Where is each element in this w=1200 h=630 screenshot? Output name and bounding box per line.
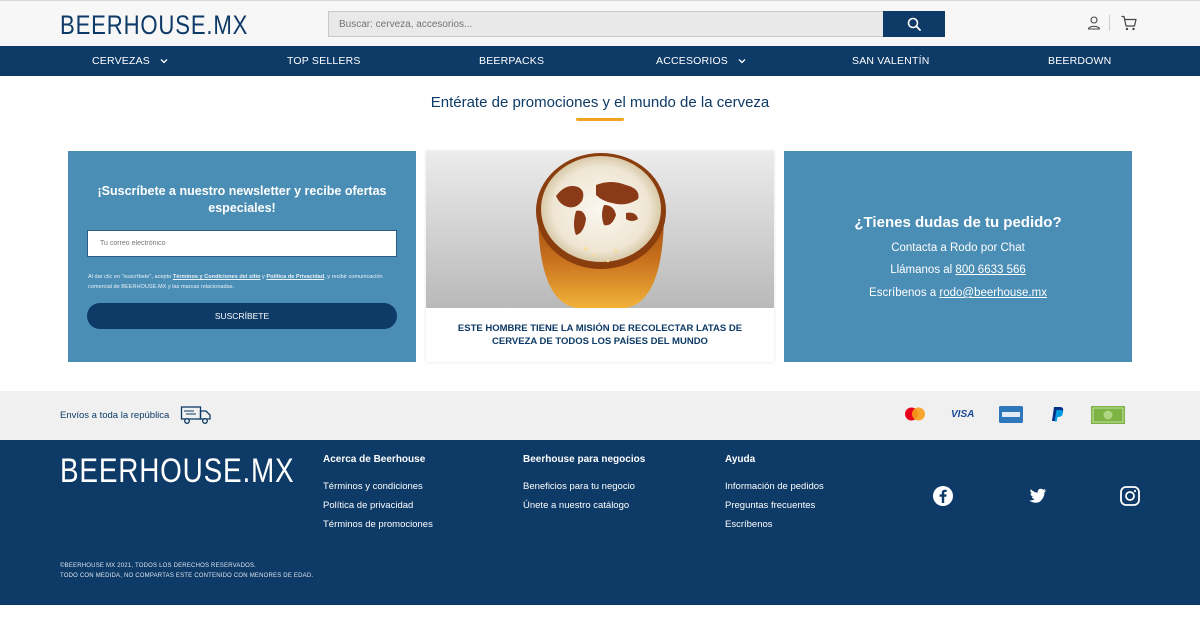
mail-prefix: Escríbenos a [869, 287, 940, 299]
twitter-icon[interactable] [1026, 485, 1048, 507]
email-line: Escríbenos a rodo@beerhouse.mx [784, 287, 1132, 299]
mastercard-icon [905, 407, 925, 421]
footer-heading-help: Ayuda [725, 454, 756, 465]
nav-item-label: CERVEZAS [92, 55, 151, 67]
user-account-icon[interactable] [1086, 15, 1102, 31]
article-image[interactable] [426, 151, 774, 308]
phone-line: Llámanos al 800 6633 566 [784, 264, 1132, 276]
footer-link-business-benefits[interactable]: Beneficios para tu negocio [523, 481, 635, 492]
instagram-icon[interactable] [1119, 485, 1141, 507]
facebook-icon[interactable] [932, 485, 954, 507]
terms-link[interactable]: Términos y Condiciones del sitio [173, 274, 261, 280]
title-underline [576, 118, 624, 121]
visa-icon: VISA [951, 409, 975, 420]
nav-item-label: TOP SELLERS [287, 55, 361, 67]
footer-link-contact[interactable]: Escríbenos [725, 519, 773, 530]
promo-section-title: Entérate de promociones y el mundo de la… [430, 94, 770, 111]
footer-link-terms[interactable]: Términos y condiciones [323, 481, 423, 492]
newsletter-legal-text: Al dar clic en "suscríbete", acepto Térm… [88, 272, 388, 292]
footer-heading-business: Beerhouse para negocios [523, 454, 646, 465]
phone-link[interactable]: 800 6633 566 [955, 264, 1025, 276]
call-prefix: Llámanos al [890, 264, 956, 276]
footer-link-promo-terms[interactable]: Términos de promociones [323, 519, 433, 530]
copyright-line-2: TODO CON MEDIDA, NO COMPARTAS ESTE CONTE… [60, 573, 314, 579]
footer-link-order-info[interactable]: Información de pedidos [725, 481, 824, 492]
footer-link-faq[interactable]: Preguntas frecuentes [725, 500, 815, 511]
logo-text: BEERHOUSE.MX [60, 10, 249, 40]
article-title[interactable]: ESTE HOMBRE TIENE LA MISIÓN DE RECOLECTA… [436, 322, 764, 348]
search-icon [907, 17, 921, 31]
help-card: ¿Tienes dudas de tu pedido? Contacta a R… [784, 151, 1132, 362]
legal-prefix: Al dar clic en "suscríbete", acepto [88, 274, 173, 280]
nav-item-label: BEERPACKS [479, 55, 545, 67]
shipping-payments-strip: Envíos a toda la república VISA [0, 391, 1200, 440]
shipping-text: Envíos a toda la república [60, 410, 170, 421]
article-card[interactable]: ESTE HOMBRE TIENE LA MISIÓN DE RECOLECTA… [426, 151, 774, 362]
nav-item-cervezas[interactable]: CERVEZAS [92, 46, 168, 76]
header-divider [1109, 15, 1110, 31]
privacy-link[interactable]: Política de Privacidad [266, 274, 324, 280]
newsletter-card: ¡Suscríbete a nuestro newsletter y recib… [68, 151, 416, 362]
nav-item-label: SAN VALENTÍN [852, 55, 930, 67]
nav-item-top-sellers[interactable]: TOP SELLERS [287, 46, 361, 76]
site-logo[interactable]: BEERHOUSE.MX [60, 10, 248, 41]
newsletter-email-input[interactable] [87, 230, 397, 257]
search-input[interactable] [328, 11, 884, 37]
shopping-cart-icon[interactable] [1120, 14, 1138, 32]
paypal-icon [1052, 407, 1064, 422]
cash-icon [1091, 406, 1125, 424]
nav-item-beerpacks[interactable]: BEERPACKS [479, 46, 544, 76]
nav-item-accesorios[interactable]: ACCESORIOS [656, 46, 746, 76]
main-navigation: CERVEZAS TOP SELLERS BEERPACKS ACCESORIO… [0, 46, 1200, 76]
copyright-line-1: ©BEERHOUSE MX 2021, TODOS LOS DERECHOS R… [60, 563, 257, 569]
nav-item-beerdown[interactable]: BEERDOWN [1048, 46, 1111, 76]
search-button[interactable] [883, 11, 945, 37]
copyright-text: ©BEERHOUSE MX 2021, TODOS LOS DERECHOS R… [60, 561, 313, 581]
top-header: BEERHOUSE.MX [0, 0, 1200, 46]
footer-link-join-catalog[interactable]: Únete a nuestro catálogo [523, 500, 629, 511]
american-express-icon [999, 406, 1023, 423]
newsletter-title: ¡Suscríbete a nuestro newsletter y recib… [97, 184, 387, 215]
nav-item-san-valentin[interactable]: SAN VALENTÍN [852, 46, 929, 76]
help-title: ¿Tienes dudas de tu pedido? [854, 214, 1062, 231]
site-footer: BEERHOUSE.MX Acerca de Beerhouse Término… [0, 440, 1200, 605]
chevron-down-icon [160, 59, 168, 64]
nav-item-label: BEERDOWN [1048, 55, 1112, 67]
footer-link-privacy[interactable]: Política de privacidad [323, 500, 413, 511]
footer-heading-about: Acerca de Beerhouse [323, 454, 426, 465]
email-link[interactable]: rodo@beerhouse.mx [939, 287, 1047, 299]
nav-item-label: ACCESORIOS [656, 55, 729, 67]
footer-logo[interactable]: BEERHOUSE.MX [60, 452, 294, 491]
subscribe-button[interactable]: SUSCRÍBETE [87, 303, 397, 329]
beer-glass-world-map-image [426, 151, 774, 308]
truck-icon [180, 406, 211, 424]
chevron-down-icon [738, 59, 746, 64]
chat-link[interactable]: Contacta a Rodo por Chat [784, 242, 1132, 254]
footer-logo-text: BEERHOUSE.MX [60, 452, 295, 490]
